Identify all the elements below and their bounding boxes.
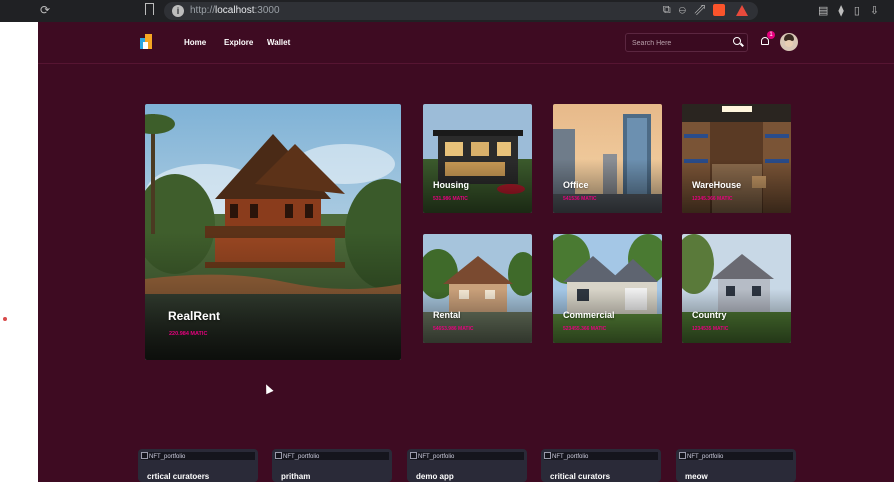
category-title: Commercial	[563, 310, 615, 320]
category-card-country[interactable]: Country 1234535 MATIC	[682, 234, 791, 343]
wallet-icon[interactable]: ▤	[818, 5, 838, 17]
category-price: 1234535 MATIC	[692, 326, 729, 332]
category-price: 541536 MATIC	[563, 196, 597, 202]
bookmark-icon[interactable]	[145, 3, 154, 15]
category-title: WareHouse	[692, 180, 742, 190]
category-card-realrent[interactable]: RealRent 220.984 MATIC	[145, 104, 401, 360]
nft-card[interactable]: NFT_portfolio critical curators	[541, 449, 661, 482]
search-icon[interactable]	[733, 37, 741, 45]
left-gutter	[0, 0, 38, 482]
sidebar-icon[interactable]: ▯	[854, 5, 870, 17]
category-price: 523455.366 MATIC	[563, 326, 607, 332]
nft-name: demo app	[416, 472, 454, 481]
category-title: Housing	[433, 180, 469, 190]
category-card-rental[interactable]: Rental 54653.986 MATIC	[423, 234, 532, 343]
nft-card[interactable]: NFT_portfolio demo app	[407, 449, 527, 482]
category-card-housing[interactable]: Housing 531.986 MATIC	[423, 104, 532, 213]
nav-link-explore[interactable]: Explore	[224, 38, 253, 47]
url-text[interactable]: http://localhost:3000	[190, 5, 280, 16]
logo-icon[interactable]	[140, 34, 152, 49]
extensions-icon[interactable]: ⧫	[838, 5, 853, 17]
category-card-commercial[interactable]: Commercial 523455.366 MATIC	[553, 234, 662, 343]
nft-image-alt: NFT_portfolio	[679, 452, 723, 460]
browser-toolbar: ⟳ i http://localhost:3000 ⧉⊖⇗ ▤⧫▯⇩	[0, 0, 894, 22]
share-icon[interactable]: ⇗	[694, 4, 713, 16]
nft-name: meow	[685, 472, 708, 481]
zoom-icon[interactable]: ⊖	[679, 4, 694, 16]
screen: ⟳ i http://localhost:3000 ⧉⊖⇗ ▤⧫▯⇩ Home …	[0, 0, 894, 482]
category-title: Country	[692, 310, 727, 320]
nft-image-alt: NFT_portfolio	[544, 452, 588, 460]
red-dot	[3, 317, 7, 321]
category-title: Rental	[433, 310, 461, 320]
search-input[interactable]	[632, 37, 728, 49]
reload-icon[interactable]: ⟳	[40, 3, 50, 17]
browser-extension-icons: ▤⧫▯⇩	[818, 4, 889, 17]
nft-image-alt: NFT_portfolio	[141, 452, 185, 460]
nft-card[interactable]: NFT_portfolio crtical curatoers	[138, 449, 258, 482]
nft-card[interactable]: NFT_portfolio meow	[676, 449, 796, 482]
brave-shield-icon[interactable]	[712, 4, 725, 17]
category-card-warehouse[interactable]: WareHouse 12345.366 MATIC	[682, 104, 791, 213]
nav-link-home[interactable]: Home	[184, 38, 206, 47]
app-root: Home Explore Wallet 1	[38, 22, 894, 482]
notification-badge: 1	[767, 31, 775, 39]
top-navbar: Home Explore Wallet 1	[38, 22, 894, 64]
nft-card[interactable]: NFT_portfolio pritham	[272, 449, 392, 482]
nft-name: pritham	[281, 472, 311, 481]
nft-name: crtical curatoers	[147, 472, 210, 481]
search-box	[625, 33, 748, 52]
address-bar[interactable]: i http://localhost:3000 ⧉⊖⇗	[164, 2, 758, 20]
avatar[interactable]	[780, 33, 798, 51]
site-info-icon[interactable]: i	[172, 5, 184, 17]
category-price: 12345.366 MATIC	[692, 196, 733, 202]
nav-link-wallet[interactable]: Wallet	[267, 38, 290, 47]
category-price: 220.984 MATIC	[169, 331, 208, 337]
nft-image-alt: NFT_portfolio	[410, 452, 454, 460]
nft-image-alt: NFT_portfolio	[275, 452, 319, 460]
mouse-cursor	[262, 382, 274, 395]
nft-name: critical curators	[550, 472, 611, 481]
category-title: RealRent	[168, 309, 221, 323]
brave-rewards-icon[interactable]	[736, 4, 748, 16]
category-title: Office	[563, 180, 589, 190]
category-price: 54653.986 MATIC	[433, 326, 474, 332]
download-icon[interactable]: ⇩	[870, 5, 889, 17]
address-bar-actions: ⧉⊖⇗	[663, 4, 748, 17]
category-price: 531.986 MATIC	[433, 196, 468, 202]
category-card-office[interactable]: Office 541536 MATIC	[553, 104, 662, 213]
open-external-icon[interactable]: ⧉	[663, 4, 679, 16]
